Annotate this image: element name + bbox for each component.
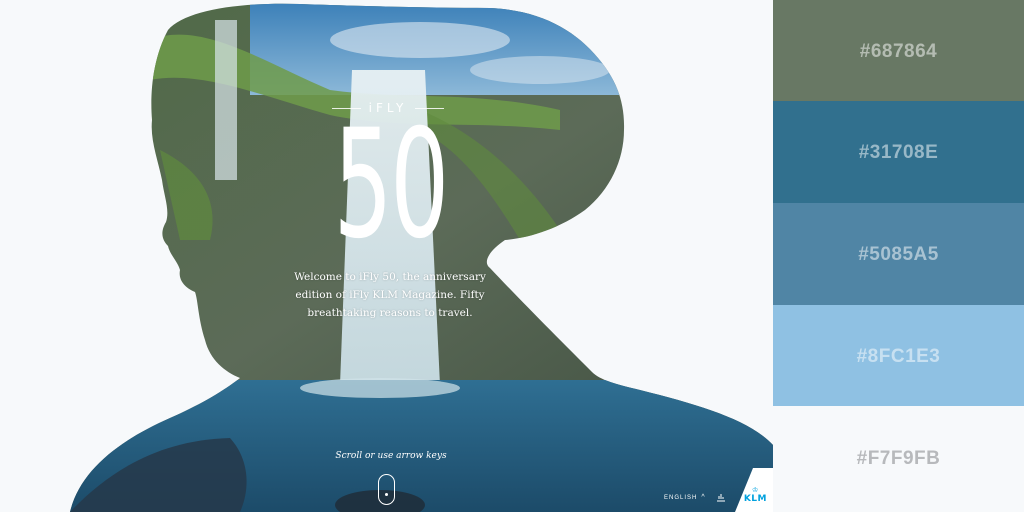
chevron-up-icon: ^ [701, 494, 706, 501]
hero: iFLY 50 Welcome to iFly 50, the annivers… [0, 0, 773, 512]
swatch-mid-blue: #5085A5 [773, 203, 1024, 306]
color-palette: #687864 #31708E #5085A5 #8FC1E3 #F7F9FB [773, 0, 1024, 512]
klm-logo-text: KLM [743, 494, 767, 504]
swatch-light-blue: #8FC1E3 [773, 305, 1024, 408]
share-icon[interactable] [716, 492, 726, 502]
swatch-off-white: #F7F9FB [773, 406, 1024, 512]
klm-logo[interactable]: ♔ KLM [743, 486, 767, 505]
swatch-dark-blue: #31708E [773, 101, 1024, 204]
swatch-hex: #687864 [859, 40, 938, 62]
swatch-hex: #8FC1E3 [856, 345, 941, 367]
scroll-hint: Scroll or use arrow keys [335, 451, 447, 461]
mouse-scroll-icon[interactable] [378, 474, 395, 505]
edition-number: 50 [333, 98, 449, 272]
intro-text: Welcome to iFly 50, the anniversary edit… [294, 271, 486, 319]
swatch-hex: #F7F9FB [856, 448, 941, 469]
swatch-green: #687864 [773, 0, 1024, 103]
language-label: ENGLISH [664, 494, 698, 501]
crown-icon: ♔ [752, 486, 759, 494]
ifly-page: iFLY 50 Welcome to iFly 50, the annivers… [0, 0, 773, 512]
swatch-hex: #31708E [858, 141, 939, 163]
language-selector[interactable]: ENGLISH ^ [664, 494, 706, 501]
mouse-wheel-dot [385, 493, 388, 496]
swatch-hex: #5085A5 [858, 243, 939, 265]
